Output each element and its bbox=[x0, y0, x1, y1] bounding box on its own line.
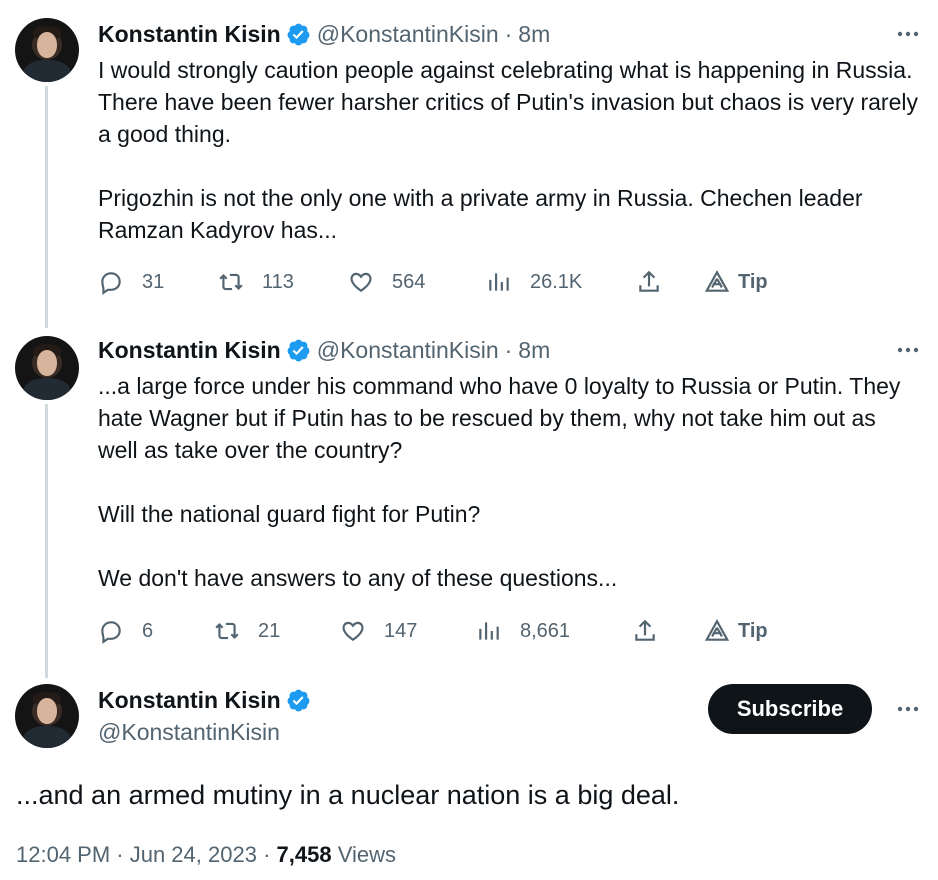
share-button[interactable] bbox=[632, 615, 658, 647]
repost-button[interactable]: 113 bbox=[218, 266, 294, 298]
tip-button[interactable]: Tip bbox=[704, 615, 768, 647]
analytics-icon bbox=[489, 273, 509, 291]
author-handle[interactable]: @KonstantinKisin bbox=[317, 337, 499, 364]
avatar[interactable] bbox=[15, 684, 79, 748]
main-author-name-row: Konstantin Kisin bbox=[98, 684, 317, 716]
tweet-paragraph: I would strongly caution people against … bbox=[98, 57, 918, 147]
timestamp[interactable]: 12:04 PM · Jun 24, 2023 bbox=[16, 842, 257, 867]
tweet-header: Konstantin Kisin @KonstantinKisin · 8m bbox=[98, 18, 550, 50]
tip-icon bbox=[704, 619, 730, 641]
more-options-icon[interactable] bbox=[896, 697, 920, 721]
subscribe-button[interactable]: Subscribe bbox=[708, 684, 872, 734]
tip-label: Tip bbox=[738, 619, 768, 642]
reply-count: 6 bbox=[142, 619, 154, 642]
tip-label: Tip bbox=[738, 270, 768, 293]
reply-button[interactable]: 31 bbox=[98, 266, 164, 298]
tweet-meta: 12:04 PM · Jun 24, 2023 · 7,458 Views bbox=[16, 842, 396, 868]
repost-count: 21 bbox=[258, 619, 281, 642]
analytics-icon bbox=[479, 622, 499, 640]
views-label: Views bbox=[337, 842, 396, 867]
author-name[interactable]: Konstantin Kisin bbox=[98, 687, 281, 714]
avatar[interactable] bbox=[15, 18, 79, 82]
author-handle[interactable]: @KonstantinKisin bbox=[317, 21, 499, 48]
share-icon bbox=[635, 619, 655, 641]
like-count: 564 bbox=[392, 270, 426, 293]
main-tweet-text: ...and an armed mutiny in a nuclear nati… bbox=[16, 780, 680, 810]
repost-icon bbox=[219, 273, 243, 291]
tweet-actions: 6 21 147 8,661 Tip bbox=[98, 615, 778, 647]
reply-button[interactable]: 6 bbox=[98, 615, 153, 647]
more-options-icon[interactable] bbox=[896, 22, 920, 46]
like-count: 147 bbox=[384, 619, 418, 642]
separator-dot: · bbox=[504, 336, 513, 363]
avatar[interactable] bbox=[15, 336, 79, 400]
author-handle[interactable]: @KonstantinKisin bbox=[98, 719, 280, 746]
thread-line bbox=[45, 86, 48, 328]
author-name[interactable]: Konstantin Kisin bbox=[98, 21, 281, 48]
views-button[interactable]: 8,661 bbox=[476, 615, 570, 647]
verified-badge-icon bbox=[287, 689, 310, 711]
repost-count: 113 bbox=[262, 270, 294, 293]
repost-icon bbox=[215, 622, 239, 640]
tweet-paragraph: We don't have answers to any of these qu… bbox=[98, 565, 618, 591]
verified-badge-icon bbox=[287, 339, 310, 361]
separator-dot: · bbox=[263, 842, 277, 867]
tweet-text: I would strongly caution people against … bbox=[98, 54, 918, 246]
tweet-actions: 31 113 564 26.1K Tip bbox=[98, 266, 778, 298]
tweet-paragraph: Prigozhin is not the only one with a pri… bbox=[98, 185, 863, 243]
views-button[interactable]: 26.1K bbox=[486, 266, 582, 298]
share-icon bbox=[639, 270, 659, 292]
reply-icon bbox=[101, 272, 121, 295]
repost-button[interactable]: 21 bbox=[214, 615, 280, 647]
more-options-icon[interactable] bbox=[896, 338, 920, 362]
author-name[interactable]: Konstantin Kisin bbox=[98, 337, 281, 364]
separator-dot: · bbox=[504, 20, 513, 47]
tip-icon bbox=[704, 270, 730, 292]
tweet-text: ...a large force under his command who h… bbox=[98, 370, 918, 594]
share-button[interactable] bbox=[636, 266, 662, 298]
heart-icon bbox=[350, 272, 372, 292]
main-views-count: 7,458 bbox=[276, 842, 332, 867]
tweet-header: Konstantin Kisin @KonstantinKisin · 8m bbox=[98, 334, 550, 366]
main-author-handle-row: @KonstantinKisin bbox=[98, 716, 280, 748]
reply-icon bbox=[101, 621, 121, 644]
tweet-time[interactable]: 8m bbox=[518, 21, 550, 48]
tweet-time[interactable]: 8m bbox=[518, 337, 550, 364]
like-button[interactable]: 564 bbox=[348, 266, 425, 298]
tweet-paragraph: Will the national guard fight for Putin? bbox=[98, 501, 481, 527]
tip-button[interactable]: Tip bbox=[704, 266, 768, 298]
heart-icon bbox=[342, 621, 364, 641]
tweet-paragraph: ...a large force under his command who h… bbox=[98, 373, 901, 463]
views-count: 26.1K bbox=[530, 270, 583, 293]
reply-count: 31 bbox=[142, 270, 165, 293]
views-count: 8,661 bbox=[520, 619, 571, 642]
like-button[interactable]: 147 bbox=[340, 615, 417, 647]
verified-badge-icon bbox=[287, 23, 310, 45]
thread-line bbox=[45, 404, 48, 678]
